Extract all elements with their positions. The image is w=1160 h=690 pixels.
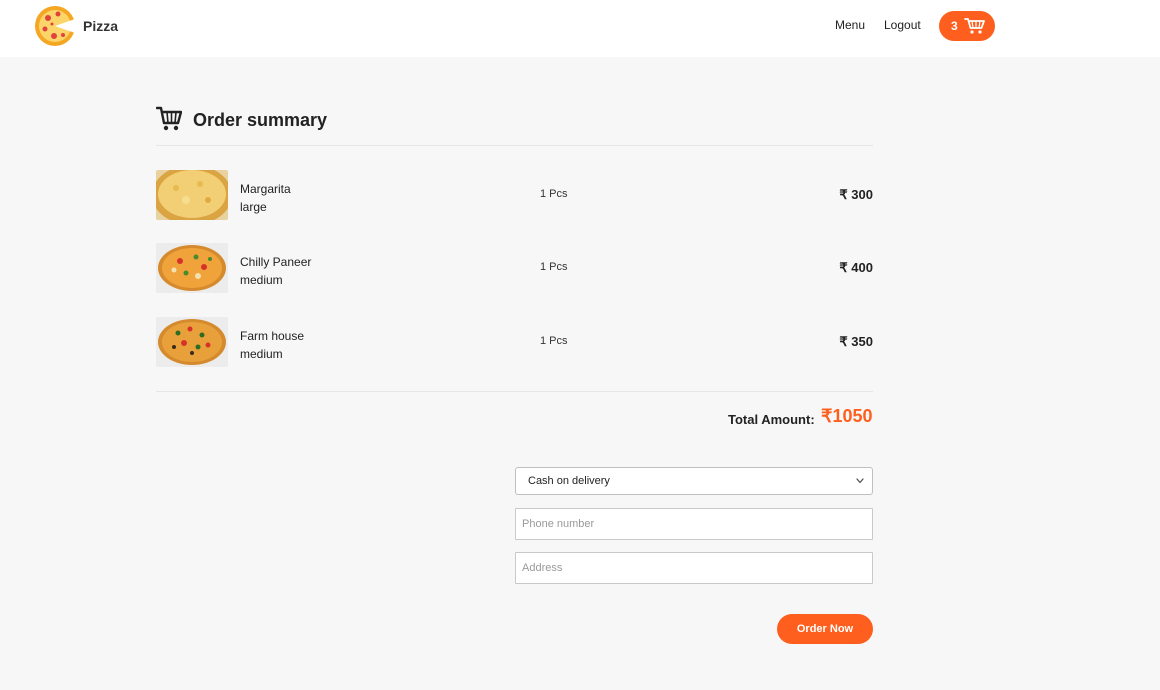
order-now-button[interactable]: Order Now <box>777 614 873 644</box>
total-amount-value: ₹1050 <box>821 406 873 426</box>
item-quantity: 1 Pcs <box>540 335 568 347</box>
item-quantity: 1 Pcs <box>540 188 568 200</box>
item-quantity: 1 Pcs <box>540 261 568 273</box>
cart-icon <box>964 18 985 34</box>
nav-logout-link[interactable]: Logout <box>884 18 921 32</box>
item-name: Margarita <box>240 182 291 196</box>
divider <box>156 391 873 392</box>
order-item: Chilly Paneer medium 1 Pcs ₹ 400 <box>156 243 873 293</box>
item-name: Chilly Paneer <box>240 255 312 269</box>
item-price: ₹ 300 <box>839 187 873 202</box>
payment-method-value: Cash on delivery <box>528 475 610 487</box>
total-amount-label: Total Amount: <box>728 412 815 427</box>
page-title: Order summary <box>193 110 328 130</box>
cart-icon <box>156 106 182 131</box>
pizza-image <box>156 243 228 293</box>
brand-name: Pizza <box>83 18 119 34</box>
item-price: ₹ 350 <box>839 334 873 349</box>
cart-button[interactable]: 3 <box>939 11 995 41</box>
item-name: Farm house <box>240 329 305 343</box>
item-size: large <box>240 200 267 214</box>
pizza-logo-icon[interactable] <box>34 5 76 47</box>
navbar: Pizza Menu Logout 3 <box>0 0 1160 57</box>
item-price: ₹ 400 <box>839 260 873 275</box>
order-item: Farm house medium 1 Pcs ₹ 350 <box>156 317 873 367</box>
pizza-image <box>156 170 228 220</box>
order-item: Margarita large 1 Pcs ₹ 300 <box>156 170 873 220</box>
cart-count: 3 <box>951 19 958 33</box>
order-summary-header: Order summary <box>156 105 873 146</box>
phone-number-input[interactable] <box>515 508 873 540</box>
address-input[interactable] <box>515 552 873 584</box>
item-size: medium <box>240 347 283 361</box>
pizza-image <box>156 317 228 367</box>
item-size: medium <box>240 273 283 287</box>
nav-menu-link[interactable]: Menu <box>835 18 865 32</box>
chevron-down-icon <box>856 478 864 484</box>
payment-method-select[interactable]: Cash on delivery <box>515 467 873 495</box>
